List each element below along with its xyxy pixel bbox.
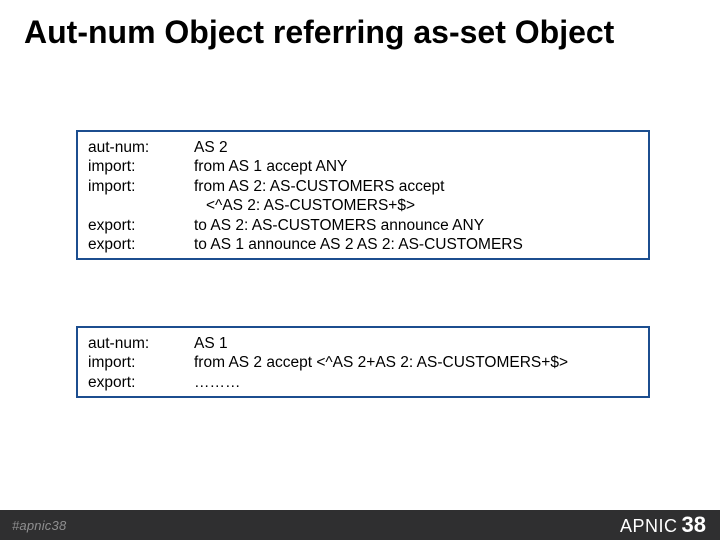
code-line: aut-num: AS 1 <box>88 334 638 353</box>
code-value: from AS 2: AS-CUSTOMERS accept <box>194 177 638 196</box>
code-key: export: <box>88 216 194 235</box>
code-value: to AS 2: AS-CUSTOMERS announce ANY <box>194 216 638 235</box>
code-key: export: <box>88 373 194 392</box>
code-value: AS 2 <box>194 138 638 157</box>
code-value: AS 1 <box>194 334 638 353</box>
code-line: export:……… <box>88 373 638 392</box>
code-value: from AS 1 accept ANY <box>194 157 638 176</box>
footer-hashtag: #apnic38 <box>12 518 66 533</box>
brand-name-text: APNIC <box>620 516 678 537</box>
code-value: from AS 2 accept <^AS 2+AS 2: AS-CUSTOME… <box>194 353 638 372</box>
code-key: import: <box>88 177 194 196</box>
code-line: export:to AS 2: AS-CUSTOMERS announce AN… <box>88 216 638 235</box>
code-line: import:from AS 2 accept <^AS 2+AS 2: AS-… <box>88 353 638 372</box>
code-box-as2: aut-num: AS 2import:from AS 1 accept ANY… <box>76 130 650 260</box>
code-key: import: <box>88 353 194 372</box>
code-line: import:from AS 2: AS-CUSTOMERS accept <box>88 177 638 196</box>
slide: Aut-num Object referring as-set Object a… <box>0 0 720 540</box>
code-line: import:from AS 1 accept ANY <box>88 157 638 176</box>
code-key: import: <box>88 157 194 176</box>
code-line: aut-num: AS 2 <box>88 138 638 157</box>
code-key: aut-num: <box>88 334 194 353</box>
code-key: aut-num: <box>88 138 194 157</box>
code-line: <^AS 2: AS-CUSTOMERS+$> <box>88 196 638 215</box>
code-box-as1: aut-num: AS 1import:from AS 2 accept <^A… <box>76 326 650 398</box>
footer-bar: #apnic38 APNIC 38 <box>0 510 720 540</box>
code-value: ……… <box>194 373 638 392</box>
code-line: export:to AS 1 announce AS 2 AS 2: AS-CU… <box>88 235 638 254</box>
brand-number-text: 38 <box>682 512 706 538</box>
footer-brand: APNIC 38 <box>620 512 706 538</box>
slide-title: Aut-num Object referring as-set Object <box>24 14 696 51</box>
code-value: to AS 1 announce AS 2 AS 2: AS-CUSTOMERS <box>194 235 638 254</box>
code-key: export: <box>88 235 194 254</box>
